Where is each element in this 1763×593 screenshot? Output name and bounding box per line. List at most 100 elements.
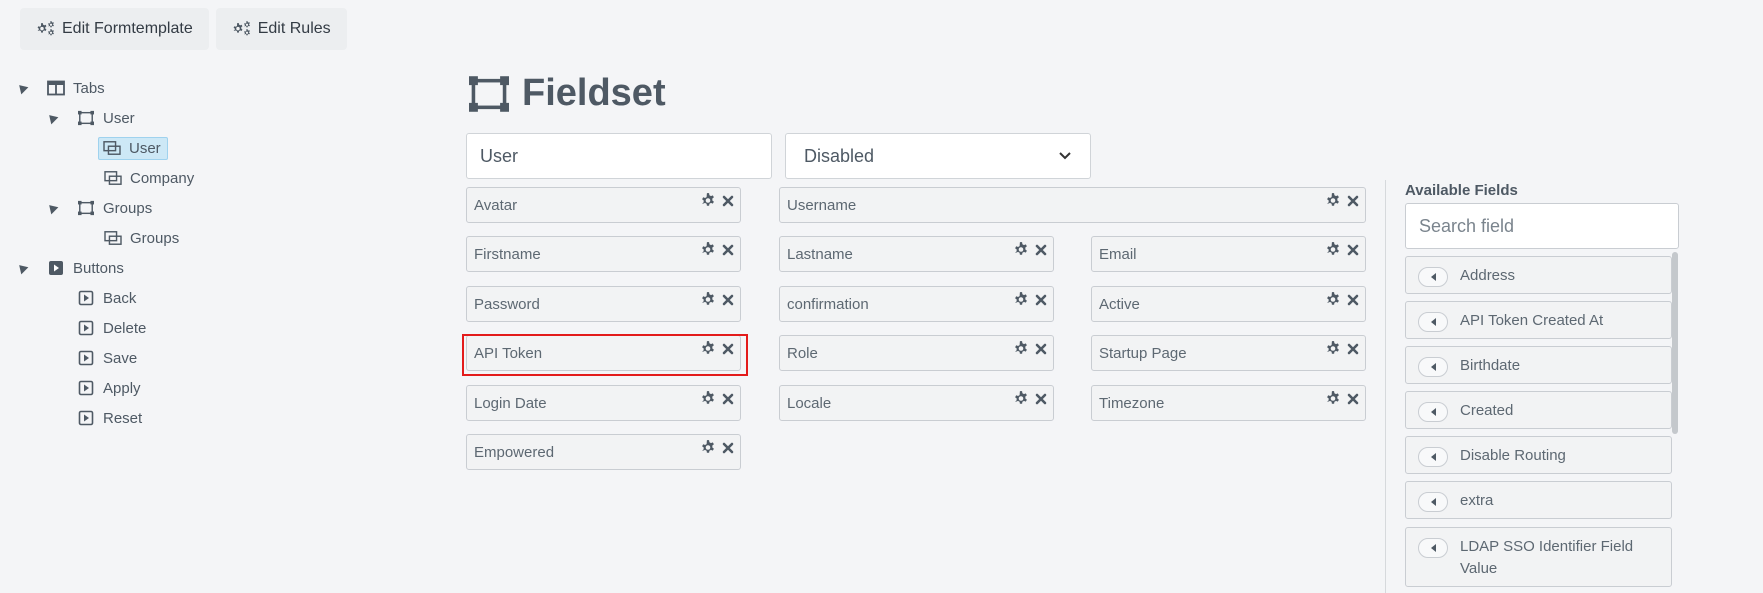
close-icon[interactable] xyxy=(1347,343,1359,355)
close-icon[interactable] xyxy=(722,195,734,207)
available-fields-title: Available Fields xyxy=(1405,182,1518,199)
field-empowered[interactable]: Empowered xyxy=(466,434,741,470)
available-field-item[interactable]: API Token Created At xyxy=(1405,301,1672,339)
caret-left-icon[interactable] xyxy=(1418,267,1448,287)
close-icon[interactable] xyxy=(1035,393,1047,405)
caret-left-icon[interactable] xyxy=(1418,402,1448,422)
field-timezone[interactable]: Timezone xyxy=(1091,385,1366,421)
field-active[interactable]: Active xyxy=(1091,286,1366,322)
tree-node-user-fieldset-label: User xyxy=(129,139,161,157)
close-icon[interactable] xyxy=(1347,393,1359,405)
collapse-caret-icon[interactable] xyxy=(45,201,59,215)
tree-node-tabs[interactable]: Tabs xyxy=(41,75,111,101)
gear-icon[interactable] xyxy=(1013,242,1029,258)
gear-icon[interactable] xyxy=(1325,242,1341,258)
tree-node-groups-tab-label: Groups xyxy=(103,199,153,217)
gear-icon[interactable] xyxy=(700,391,716,407)
field-confirmation[interactable]: confirmation xyxy=(779,286,1054,322)
field-lastname[interactable]: Lastname xyxy=(779,236,1054,272)
fieldset-icon xyxy=(77,110,95,126)
tree-node-apply-label: Apply xyxy=(103,379,141,397)
caret-left-icon[interactable] xyxy=(1418,492,1448,512)
close-icon[interactable] xyxy=(722,442,734,454)
gear-icon[interactable] xyxy=(1013,341,1029,357)
field-startup-page[interactable]: Startup Page xyxy=(1091,335,1366,371)
available-fields-scrollbar[interactable] xyxy=(1672,252,1678,434)
field-label: Avatar xyxy=(474,196,518,214)
tree-node-save[interactable]: Save xyxy=(71,345,143,371)
tree-node-back[interactable]: Back xyxy=(71,285,142,311)
gear-icon[interactable] xyxy=(1325,292,1341,308)
available-field-item[interactable]: Created xyxy=(1405,391,1672,429)
gear-icon[interactable] xyxy=(700,193,716,209)
gear-icon[interactable] xyxy=(1013,391,1029,407)
tree-node-buttons[interactable]: Buttons xyxy=(41,255,130,281)
field-password[interactable]: Password xyxy=(466,286,741,322)
collapse-caret-icon[interactable] xyxy=(15,261,29,275)
close-icon[interactable] xyxy=(722,393,734,405)
gear-icon[interactable] xyxy=(1013,292,1029,308)
gear-icon[interactable] xyxy=(1325,193,1341,209)
gear-icon[interactable] xyxy=(700,242,716,258)
edit-rules-button[interactable]: Edit Rules xyxy=(215,8,347,50)
fieldset-name-value: User xyxy=(480,145,519,166)
field-avatar[interactable]: Avatar xyxy=(466,187,741,223)
close-icon[interactable] xyxy=(1347,195,1359,207)
close-icon[interactable] xyxy=(1035,244,1047,256)
collapse-caret-icon[interactable] xyxy=(15,81,29,95)
gear-icon[interactable] xyxy=(700,440,716,456)
cogs-icon xyxy=(232,21,252,37)
tree-node-groups-tab[interactable]: Groups xyxy=(71,195,158,221)
available-field-label: LDAP SSO Identifier Field Value xyxy=(1460,538,1634,577)
available-field-item[interactable]: extra xyxy=(1405,481,1672,519)
tree-node-apply[interactable]: Apply xyxy=(71,375,147,401)
gear-icon[interactable] xyxy=(1325,391,1341,407)
field-firstname[interactable]: Firstname xyxy=(466,236,741,272)
field-label: Firstname xyxy=(474,245,541,263)
field-role[interactable]: Role xyxy=(779,335,1054,371)
close-icon[interactable] xyxy=(1035,343,1047,355)
fieldset-state-select[interactable]: Disabled xyxy=(785,133,1091,179)
edit-formtemplate-button[interactable]: Edit Formtemplate xyxy=(20,8,209,50)
caret-left-icon[interactable] xyxy=(1418,312,1448,332)
close-icon[interactable] xyxy=(722,244,734,256)
caret-left-icon[interactable] xyxy=(1418,357,1448,377)
caret-left-icon[interactable] xyxy=(1418,538,1448,558)
available-field-item[interactable]: Address xyxy=(1405,256,1672,294)
close-icon[interactable] xyxy=(722,294,734,306)
field-login-date[interactable]: Login Date xyxy=(466,385,741,421)
caret-left-icon[interactable] xyxy=(1418,447,1448,467)
close-icon[interactable] xyxy=(1035,294,1047,306)
field-username[interactable]: Username xyxy=(779,187,1366,223)
fieldset-icon xyxy=(466,74,512,114)
available-field-item[interactable]: LDAP SSO Identifier Field Value xyxy=(1405,527,1672,587)
tree-node-user-tab[interactable]: User xyxy=(71,105,141,131)
tree-node-user-fieldset[interactable]: User xyxy=(98,135,168,161)
tree-node-groups-fieldset-label: Groups xyxy=(130,229,180,247)
close-icon[interactable] xyxy=(722,343,734,355)
tree-node-company-fieldset[interactable]: Company xyxy=(98,165,200,191)
toolbar: Edit Formtemplate Edit Rules xyxy=(20,8,347,50)
search-field-input[interactable]: Search field xyxy=(1405,203,1679,249)
field-email[interactable]: Email xyxy=(1091,236,1366,272)
field-label: confirmation xyxy=(787,295,869,313)
available-field-label: Disable Routing xyxy=(1460,447,1566,464)
available-field-item[interactable]: Disable Routing xyxy=(1405,436,1672,474)
fieldset-name-input[interactable]: User xyxy=(466,133,772,179)
tree-node-delete[interactable]: Delete xyxy=(71,315,152,341)
available-field-item[interactable]: Birthdate xyxy=(1405,346,1672,384)
close-icon[interactable] xyxy=(1347,244,1359,256)
close-icon[interactable] xyxy=(1347,294,1359,306)
gear-icon[interactable] xyxy=(1325,341,1341,357)
tree-node-company-fieldset-label: Company xyxy=(130,169,195,187)
edit-formtemplate-label: Edit Formtemplate xyxy=(62,20,193,37)
field-api-token[interactable]: API Token xyxy=(466,335,741,371)
gear-icon[interactable] xyxy=(700,292,716,308)
gear-icon[interactable] xyxy=(700,341,716,357)
tree-node-buttons-label: Buttons xyxy=(73,259,124,277)
tree-node-groups-fieldset[interactable]: Groups xyxy=(98,225,185,251)
field-label: Startup Page xyxy=(1099,344,1187,362)
tree-node-reset[interactable]: Reset xyxy=(71,405,148,431)
field-locale[interactable]: Locale xyxy=(779,385,1054,421)
collapse-caret-icon[interactable] xyxy=(45,111,59,125)
